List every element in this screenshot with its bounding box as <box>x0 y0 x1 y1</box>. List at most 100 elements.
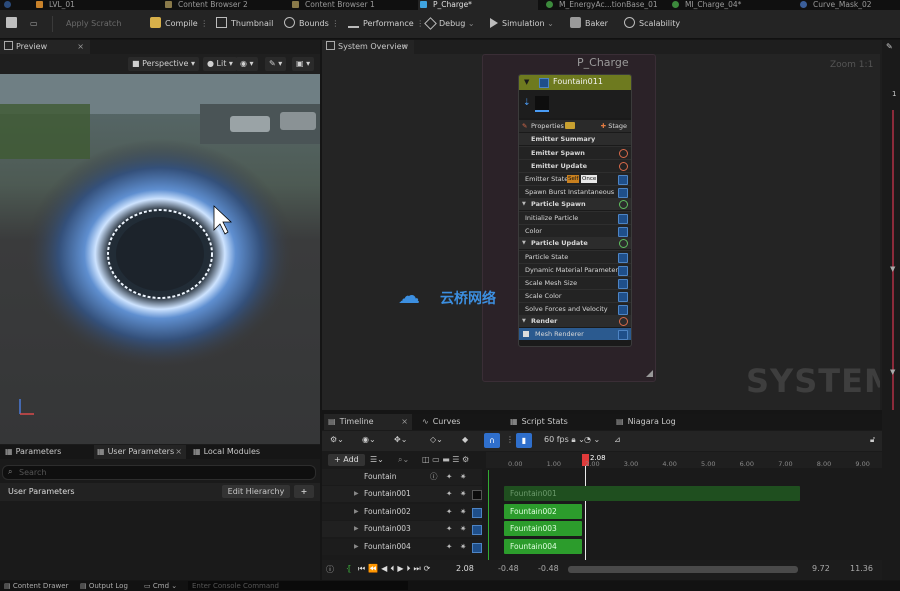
enable-checkbox[interactable] <box>539 78 549 88</box>
wrench-icon[interactable]: ⚙⌄ <box>330 435 344 444</box>
tab-timeline[interactable]: ▤ Timeline × <box>324 414 412 430</box>
emitter-track-bar[interactable]: Fountain003 <box>504 521 582 536</box>
close-icon[interactable]: × <box>401 40 408 54</box>
add-module-icon[interactable] <box>619 200 628 209</box>
perspective-dropdown[interactable]: ■ Perspective ▾ <box>128 57 200 71</box>
emitter-node-header[interactable]: ▼ Fountain011 <box>519 75 631 90</box>
track-row[interactable]: ▶ Fountain002 ✦ ✷ <box>322 503 482 520</box>
view-options-icon[interactable]: ◉⌄ <box>362 435 376 444</box>
module-enable-checkbox[interactable] <box>618 214 628 224</box>
emitter-mode-icon[interactable]: ⇣ <box>523 98 531 108</box>
view-options-dropdown[interactable]: ✎ ▾ <box>265 57 287 71</box>
console-input[interactable]: Enter Console Command <box>188 581 408 590</box>
solo-icon[interactable]: ✦ <box>446 469 452 485</box>
add-module-icon[interactable] <box>619 239 628 248</box>
pen-icon[interactable]: ✎ <box>886 42 893 51</box>
node-row-initialize-particle[interactable]: Initialize Particle <box>519 211 631 224</box>
save-button[interactable] <box>6 15 21 33</box>
solo-icon[interactable]: ✦ <box>446 539 452 555</box>
preview-viewport[interactable] <box>0 74 320 444</box>
expand-arrow-icon[interactable]: ▶ <box>354 486 359 502</box>
tab-curves[interactable]: ∿ Curves <box>418 414 498 430</box>
tab-parameters[interactable]: ▦ Parameters <box>2 445 90 459</box>
emitter-track-bar[interactable]: Fountain002 <box>504 503 582 519</box>
node-row-mesh-renderer[interactable]: Mesh Renderer <box>519 328 631 340</box>
collapse-arrow-icon[interactable]: ▼ <box>890 265 895 273</box>
close-icon[interactable]: × <box>77 40 84 54</box>
emitter-track-bar[interactable]: Fountain004 <box>504 538 582 554</box>
tab-user-parameters[interactable]: ▦ User Parameters × <box>94 445 186 459</box>
playback-controls[interactable]: ⏮⏪◀⏴▶⏵⏭⟳ <box>358 564 433 574</box>
module-enable-checkbox[interactable] <box>618 305 628 315</box>
solo-icon[interactable]: ✦ <box>446 486 452 502</box>
module-enable-checkbox[interactable] <box>618 253 628 263</box>
close-icon[interactable]: × <box>401 414 408 430</box>
auto-key-icon[interactable]: ◆ <box>462 435 468 444</box>
tab-lvl-01[interactable]: LVL_01 <box>36 0 75 10</box>
tab-script-stats[interactable]: ▦ Script Stats <box>506 414 596 430</box>
module-enable-checkbox[interactable] <box>618 279 628 289</box>
sun-icon[interactable]: ✷ <box>460 504 466 520</box>
timeline-scrollbar[interactable] <box>568 566 798 573</box>
track-enable-checkbox[interactable] <box>472 507 482 518</box>
collapse-arrow-icon[interactable]: ▼ <box>890 368 895 376</box>
add-module-icon[interactable] <box>619 162 628 171</box>
sun-icon[interactable]: ✷ <box>460 539 466 555</box>
sun-icon[interactable]: ✷ <box>460 521 466 537</box>
info-icon[interactable]: ⓘ <box>326 564 334 575</box>
properties-row[interactable]: ✎ Properties ✚ Stage <box>519 120 631 132</box>
solo-icon[interactable]: ✦ <box>446 504 452 520</box>
node-row-particle-state[interactable]: Particle State <box>519 250 631 263</box>
node-row-spawn-burst-instantaneous[interactable]: Spawn Burst Instantaneous <box>519 185 631 198</box>
track-row[interactable]: ▶ Fountain003 ✦ ✷ <box>322 521 482 537</box>
thumbnail-button[interactable]: Thumbnail <box>216 15 273 33</box>
simulation-button[interactable]: Simulation ⌄ <box>490 15 554 33</box>
snap-frames-button[interactable]: ▮ <box>516 433 532 448</box>
expand-arrow-icon[interactable]: ▶ <box>354 521 359 537</box>
node-row-dynamic-material-parameters[interactable]: Dynamic Material Parameters <box>519 263 631 276</box>
tab-m-energy[interactable]: M_EnergyAc...tionBase_01 <box>546 0 658 10</box>
track-enable-checkbox[interactable] <box>472 490 482 500</box>
search-icon[interactable]: ⌕⌄ <box>398 455 409 465</box>
cmd-dropdown[interactable]: ▭ Cmd ⌄ <box>144 582 177 590</box>
node-row-emitter-update[interactable]: Emitter Update <box>519 159 631 172</box>
range-start-button[interactable]: ⦃ <box>346 564 352 573</box>
unreal-logo-icon[interactable] <box>0 0 24 10</box>
parameters-search[interactable]: ⌕ Search <box>2 465 316 480</box>
add-stage-button[interactable]: ✚ Stage <box>601 120 627 132</box>
node-row-emitter-spawn[interactable]: Emitter Spawn <box>519 146 631 159</box>
track-enable-checkbox[interactable] <box>472 542 482 553</box>
scalability-button[interactable]: Scalability <box>624 15 680 33</box>
selection-options-icon[interactable]: ✥⌄ <box>394 435 407 444</box>
edit-hierarchy-button[interactable]: Edit Hierarchy <box>222 485 290 498</box>
playback-range-icon[interactable]: ◔ ⌄ <box>584 435 600 444</box>
content-drawer-button[interactable]: ▤ Content Drawer <box>4 582 68 590</box>
expand-arrow-icon[interactable]: ▶ <box>354 504 359 520</box>
output-log-button[interactable]: ▤ Output Log <box>80 582 128 590</box>
module-enable-checkbox[interactable] <box>618 227 628 237</box>
module-enable-checkbox[interactable] <box>618 292 628 302</box>
browse-button[interactable]: ▭ <box>30 15 38 33</box>
apply-scratch-button[interactable]: Apply Scratch <box>66 15 121 33</box>
track-row[interactable]: ▶ Fountain004 ✦ ✷ <box>322 538 482 555</box>
resize-grip-icon[interactable] <box>646 370 653 377</box>
add-module-icon[interactable] <box>619 317 628 326</box>
node-row-emitter-state[interactable]: Emitter State Self Once <box>519 172 631 185</box>
track-enable-checkbox[interactable] <box>472 525 482 535</box>
emitter-track-bar[interactable]: Fountain001 <box>504 486 800 501</box>
expand-arrow-icon[interactable]: ▶ <box>354 539 359 555</box>
node-row-solve-forces-and-velocity[interactable]: Solve Forces and Velocity <box>519 302 631 315</box>
close-icon[interactable]: × <box>175 445 182 459</box>
tab-niagara-log[interactable]: ▤ Niagara Log <box>612 414 702 430</box>
emitter-node[interactable]: ▼ Fountain011 ⇣ ✎ Properties ✚ Stage Emi… <box>518 74 632 347</box>
node-row-render[interactable]: ▼ Render <box>519 315 631 327</box>
collapse-arrow-icon[interactable]: ▼ <box>524 78 529 86</box>
collapse-arrow-icon[interactable]: ▼ <box>522 198 526 210</box>
track-row-fountain[interactable]: Fountain ⓘ ✦ ✷ <box>322 469 482 485</box>
lock-icon[interactable]: 🔓︎ <box>870 435 875 445</box>
node-row-color[interactable]: Color <box>519 224 631 237</box>
node-row-particle-update[interactable]: ▼ Particle Update <box>519 237 631 249</box>
bounds-button[interactable]: Bounds ⋮ <box>284 15 339 33</box>
node-row-particle-spawn[interactable]: ▼ Particle Spawn <box>519 198 631 210</box>
module-enable-checkbox[interactable] <box>618 175 628 185</box>
